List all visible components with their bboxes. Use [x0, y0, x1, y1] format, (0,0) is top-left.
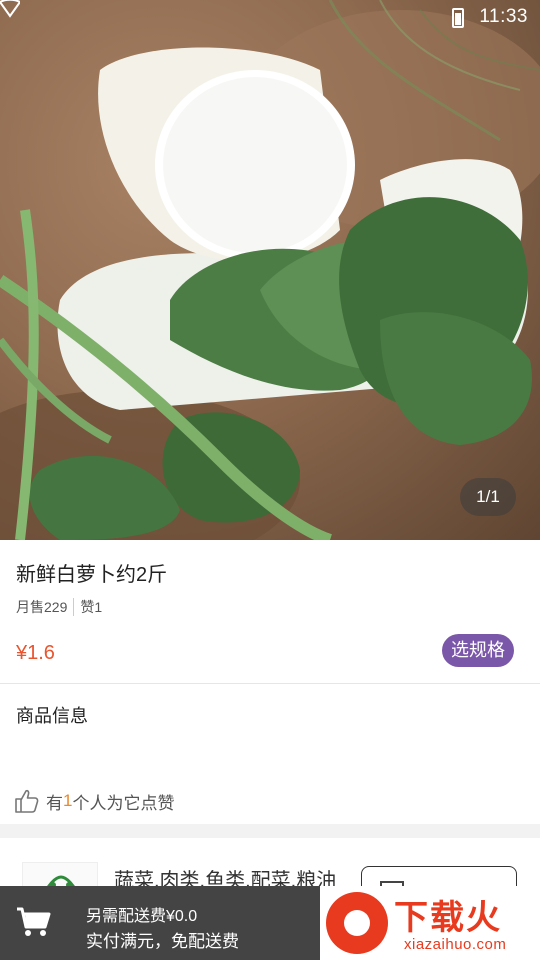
- status-bar: 11:33: [0, 0, 540, 36]
- radish-photo: [0, 0, 540, 540]
- cart-icon[interactable]: [16, 906, 52, 938]
- product-title: 新鲜白萝卜约2斤: [16, 564, 168, 586]
- watermark-brand: 下载火: [394, 899, 502, 937]
- delivery-fee: 另需配送费¥0.0: [86, 908, 198, 925]
- likes-suffix: 个人为它点赞: [72, 793, 175, 813]
- product-detail: 商品信息 有 1 个人为它点赞: [0, 684, 540, 824]
- like-count-short: 赞1: [80, 599, 103, 615]
- image-pager: 1/1: [460, 478, 516, 516]
- detail-title: 商品信息: [16, 706, 88, 726]
- likes-count: 1: [63, 791, 73, 810]
- like-row[interactable]: 有 1 个人为它点赞: [14, 788, 174, 814]
- likes-prefix: 有: [46, 793, 63, 813]
- watermark-site: xiazaihuo.com: [404, 936, 507, 953]
- status-time: 11:33: [479, 6, 528, 27]
- product-stats: 月售229 赞1: [16, 597, 102, 617]
- thumbs-up-icon[interactable]: [14, 788, 40, 814]
- product-info: 新鲜白萝卜约2斤 月售229 赞1 ¥1.6 选规格: [0, 540, 540, 683]
- signal-icon: [0, 0, 20, 18]
- site-watermark: 下载火 xiazaihuo.com: [320, 886, 540, 960]
- product-image[interactable]: 11:33 1/1: [0, 0, 540, 540]
- flame-logo-icon: [326, 892, 388, 954]
- stats-divider: [73, 598, 75, 616]
- product-price: ¥1.6: [16, 642, 55, 664]
- select-spec-button[interactable]: 选规格: [442, 634, 514, 667]
- battery-icon: [452, 8, 464, 28]
- free-delivery-note: 实付满元，免配送费: [86, 932, 239, 951]
- monthly-sales: 月售229: [16, 599, 68, 615]
